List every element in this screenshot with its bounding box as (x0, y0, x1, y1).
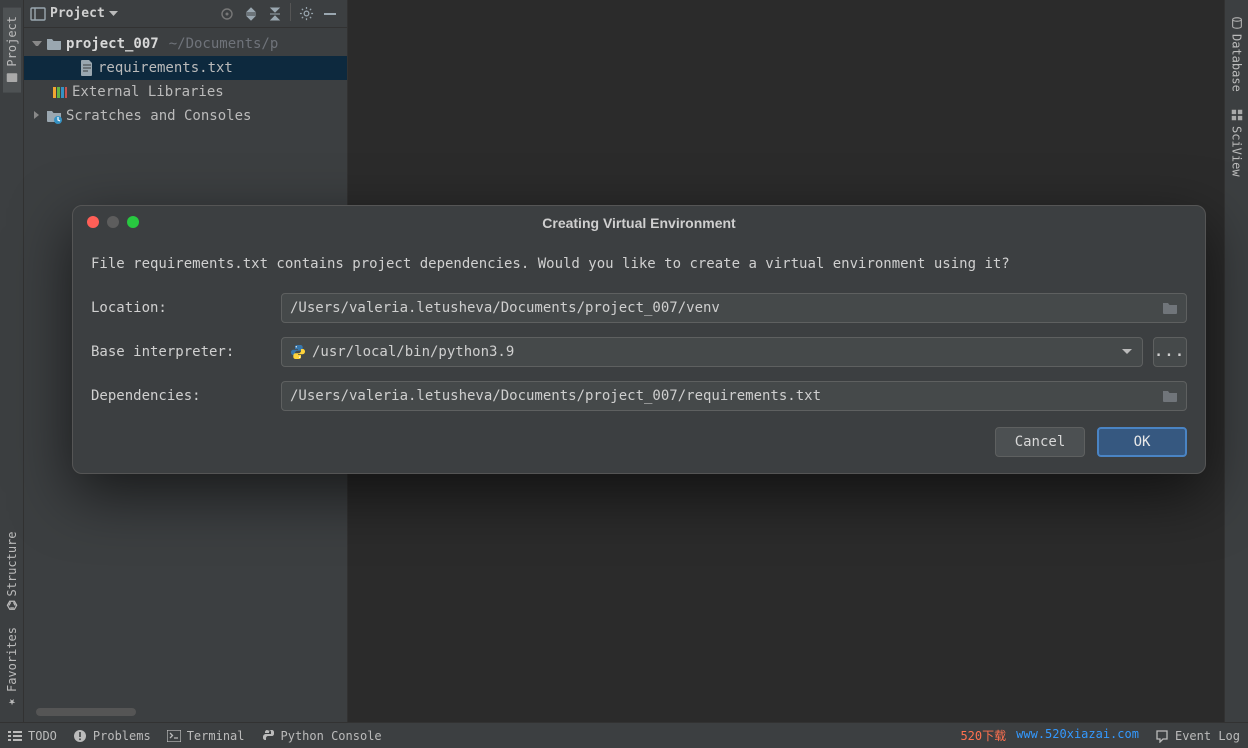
tree-file-label: requirements.txt (98, 60, 233, 76)
window-close-icon[interactable] (87, 216, 99, 228)
folder-icon (46, 36, 62, 52)
expand-arrow-icon[interactable] (32, 39, 42, 49)
interpreter-combo[interactable]: /usr/local/bin/python3.9 (281, 337, 1143, 367)
chevron-down-icon (109, 11, 118, 17)
project-view-selector[interactable]: Project (30, 6, 118, 22)
cancel-button[interactable]: Cancel (995, 427, 1085, 457)
status-problems[interactable]: Problems (73, 729, 151, 743)
dependencies-label: Dependencies: (91, 388, 271, 404)
rail-tab-favorites[interactable]: ★ Favorites (3, 619, 21, 718)
browse-folder-icon[interactable] (1162, 301, 1178, 315)
rail-tab-project-label: Project (5, 16, 19, 67)
terminal-icon (167, 730, 181, 742)
status-terminal[interactable]: Terminal (167, 729, 245, 743)
horizontal-scrollbar[interactable] (36, 708, 136, 716)
rail-tab-structure[interactable]: ⌬ Structure (3, 523, 21, 619)
tree-root-label: project_007 (66, 36, 159, 52)
rail-tab-database[interactable]: Database (1228, 8, 1246, 100)
gear-icon[interactable] (295, 3, 317, 25)
tree-scratches-label: Scratches and Consoles (66, 108, 251, 124)
collapse-all-icon[interactable] (264, 3, 286, 25)
python-icon (261, 729, 275, 743)
expand-arrow-icon[interactable] (32, 111, 42, 121)
tree-root-node[interactable]: project_007 ~/Documents/p (24, 32, 347, 56)
right-tool-rail: Database SciView (1224, 0, 1248, 748)
scratches-icon (46, 108, 62, 124)
project-panel-header: Project (24, 0, 347, 28)
dialog-title: Creating Virtual Environment (73, 215, 1205, 231)
rail-tab-database-label: Database (1230, 34, 1244, 92)
create-venv-dialog: Creating Virtual Environment File requir… (72, 205, 1206, 474)
expand-all-icon[interactable] (240, 3, 262, 25)
chevron-down-icon (1122, 349, 1132, 355)
dialog-message: File requirements.txt contains project d… (91, 254, 1187, 275)
event-log-icon (1155, 729, 1169, 743)
python-icon (290, 344, 306, 360)
hide-icon[interactable] (319, 3, 341, 25)
window-maximize-icon[interactable] (127, 216, 139, 228)
tree-external-libraries[interactable]: External Libraries (24, 80, 347, 104)
rail-tab-project[interactable]: Project (3, 8, 21, 93)
project-view-label: Project (50, 6, 105, 21)
window-minimize-icon (107, 216, 119, 228)
todo-icon (8, 730, 22, 742)
rail-tab-favorites-label: Favorites (5, 627, 19, 692)
watermark: 520下载 www.520xiazai.com (960, 727, 1139, 744)
left-tool-rail: Project ⌬ Structure ★ Favorites (0, 0, 24, 748)
tree-root-path: ~/Documents/p (169, 36, 279, 52)
rail-tab-sciview[interactable]: SciView (1228, 100, 1246, 185)
interpreter-more-button[interactable]: ... (1153, 337, 1187, 367)
tree-external-label: External Libraries (72, 84, 224, 100)
dialog-titlebar[interactable]: Creating Virtual Environment (73, 206, 1205, 240)
ok-button[interactable]: OK (1097, 427, 1187, 457)
location-label: Location: (91, 300, 271, 316)
status-bar: TODO Problems Terminal Python Console 52… (0, 722, 1248, 748)
status-todo[interactable]: TODO (8, 729, 57, 743)
problems-icon (73, 729, 87, 743)
rail-tab-sciview-label: SciView (1230, 126, 1244, 177)
tree-scratches[interactable]: Scratches and Consoles (24, 104, 347, 128)
browse-folder-icon[interactable] (1162, 389, 1178, 403)
rail-tab-structure-label: Structure (5, 531, 19, 596)
libraries-icon (52, 85, 68, 99)
status-event-log[interactable]: Event Log (1155, 729, 1240, 743)
dependencies-field[interactable]: /Users/valeria.letusheva/Documents/proje… (281, 381, 1187, 411)
locate-icon[interactable] (216, 3, 238, 25)
interpreter-label: Base interpreter: (91, 344, 271, 360)
file-icon (80, 60, 94, 76)
location-field[interactable]: /Users/valeria.letusheva/Documents/proje… (281, 293, 1187, 323)
tree-file-requirements[interactable]: requirements.txt (24, 56, 347, 80)
status-python-console[interactable]: Python Console (261, 729, 382, 743)
